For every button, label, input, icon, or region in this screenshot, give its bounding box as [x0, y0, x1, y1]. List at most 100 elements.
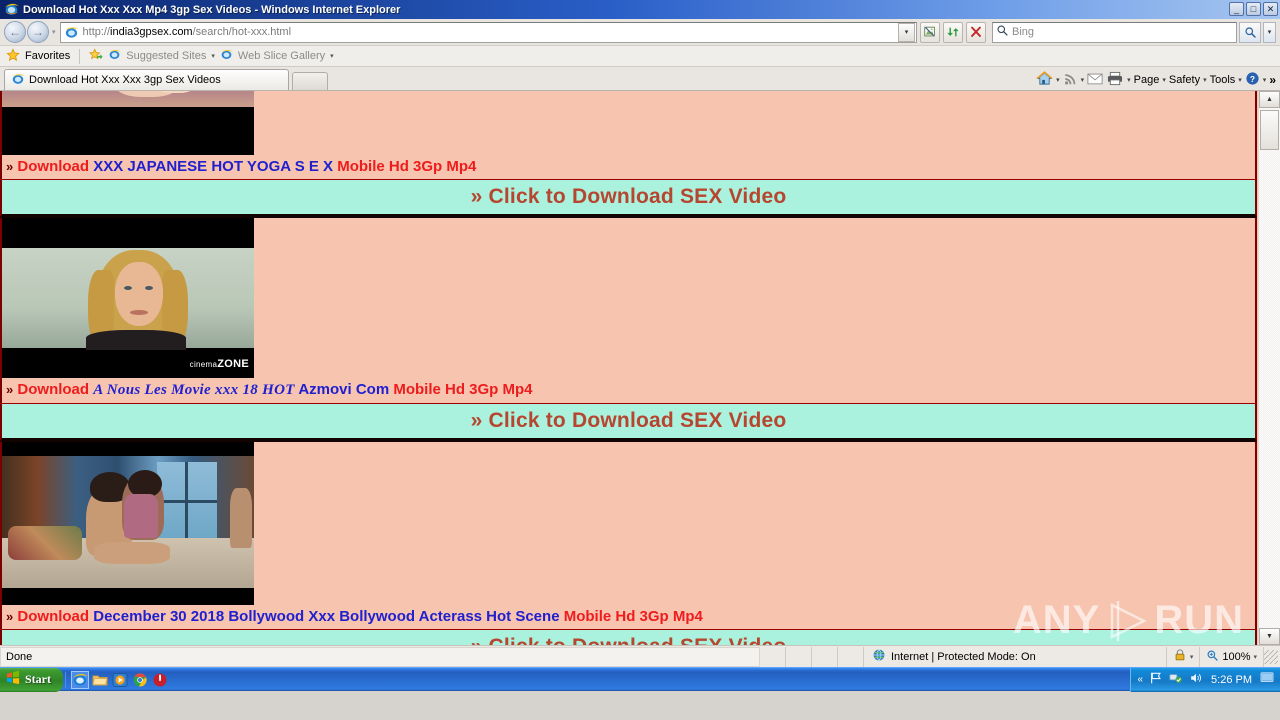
- back-button[interactable]: ←: [4, 21, 26, 43]
- zone-label: Internet | Protected Mode: On: [891, 650, 1036, 663]
- download-cta-button[interactable]: » Click to Download SEX Video: [0, 630, 1257, 645]
- resize-grip[interactable]: [1264, 649, 1278, 664]
- tools-caret-icon[interactable]: ▾: [1238, 76, 1242, 84]
- start-label: Start: [25, 672, 51, 686]
- download-cta-button[interactable]: » Click to Download SEX Video: [0, 180, 1257, 218]
- show-desktop-icon[interactable]: [1260, 672, 1274, 687]
- show-hidden-icons-button[interactable]: «: [1137, 674, 1143, 685]
- network-icon[interactable]: [1169, 671, 1183, 688]
- compatibility-view-icon[interactable]: [920, 21, 940, 43]
- start-button[interactable]: Start: [0, 667, 63, 692]
- video-suffix: Mobile Hd 3Gp Mp4: [337, 158, 477, 175]
- favorites-star-icon[interactable]: [6, 47, 20, 65]
- command-bar-overflow[interactable]: »: [1269, 73, 1276, 87]
- taskbar: Start « 5:26 PM: [0, 667, 1280, 692]
- video-thumbnail[interactable]: [2, 442, 254, 605]
- recent-pages-caret[interactable]: ▾: [52, 28, 56, 36]
- browser-viewport-area: » Download XXX JAPANESE HOT YOGA S E X M…: [0, 91, 1280, 645]
- minimize-button[interactable]: _: [1229, 2, 1244, 16]
- tab-active[interactable]: Download Hot Xxx Xxx 3gp Sex Videos: [4, 69, 289, 90]
- tools-menu[interactable]: Tools: [1210, 74, 1236, 86]
- download-cta-button[interactable]: » Click to Download SEX Video: [0, 404, 1257, 442]
- video-result-item: » Download December 30 2018 Bollywood Xx…: [0, 442, 1257, 645]
- search-dropdown-button[interactable]: ▾: [1263, 21, 1276, 43]
- page-document: » Download XXX JAPANESE HOT YOGA S E X M…: [0, 91, 1257, 645]
- suggested-sites-caret-icon[interactable]: ▾: [211, 52, 215, 60]
- url-scheme: http://: [82, 26, 111, 38]
- add-favorites-icon[interactable]: [89, 47, 103, 65]
- page-caret-icon[interactable]: ▾: [1162, 76, 1166, 84]
- thumbnail-watermark: cinemaZONE: [189, 358, 249, 370]
- page-menu[interactable]: Page: [1134, 74, 1160, 86]
- zoom-caret-icon[interactable]: ▾: [1253, 653, 1257, 661]
- refresh-icon[interactable]: [943, 21, 963, 43]
- bullet-icon: »: [6, 609, 14, 624]
- stop-icon[interactable]: [966, 21, 986, 43]
- bullet-icon: »: [6, 159, 14, 174]
- download-label: Download: [17, 158, 90, 175]
- print-icon[interactable]: [1106, 71, 1124, 89]
- help-icon[interactable]: ?: [1245, 71, 1260, 89]
- system-clock[interactable]: 5:26 PM: [1209, 674, 1254, 686]
- status-text: Done: [0, 646, 760, 667]
- mail-icon[interactable]: [1087, 72, 1103, 88]
- safety-caret-icon[interactable]: ▾: [1203, 76, 1207, 84]
- help-caret-icon[interactable]: ▾: [1263, 76, 1267, 84]
- close-button[interactable]: ✕: [1263, 2, 1278, 16]
- print-caret-icon[interactable]: ▾: [1127, 76, 1131, 84]
- video-title: Azmovi Com: [298, 381, 390, 398]
- status-segment: [812, 646, 838, 667]
- video-suffix: Mobile Hd 3Gp Mp4: [393, 381, 533, 398]
- video-title-line[interactable]: » Download A Nous Les Movie xxx 18 HOT A…: [0, 378, 1257, 404]
- video-result-item: cinemaZONE » Download A Nous Les Movie x…: [0, 218, 1257, 442]
- internet-explorer-icon[interactable]: [71, 670, 89, 689]
- vertical-scrollbar[interactable]: ▲ ▼: [1258, 91, 1280, 645]
- volume-icon[interactable]: [1189, 671, 1203, 688]
- home-icon[interactable]: [1036, 71, 1053, 89]
- search-go-button[interactable]: [1239, 21, 1261, 43]
- shutdown-icon[interactable]: [152, 672, 168, 688]
- scroll-up-button[interactable]: ▲: [1259, 91, 1280, 108]
- video-thumb-row: [0, 91, 1257, 155]
- windows-explorer-icon[interactable]: [92, 672, 108, 688]
- status-bar: Done Internet | Protected Mode: On ▾ 100…: [0, 645, 1280, 667]
- flag-icon[interactable]: [1149, 671, 1163, 688]
- video-thumb-row: cinemaZONE: [0, 218, 1257, 378]
- new-tab-button[interactable]: [292, 72, 328, 90]
- media-player-icon[interactable]: [112, 672, 128, 688]
- suggested-sites-label[interactable]: Suggested Sites: [126, 50, 206, 62]
- protected-mode-indicator[interactable]: ▾: [1167, 646, 1201, 667]
- video-thumbnail[interactable]: cinemaZONE: [2, 218, 254, 378]
- video-title-line[interactable]: » Download December 30 2018 Bollywood Xx…: [0, 605, 1257, 630]
- chrome-icon[interactable]: [132, 672, 148, 688]
- cta-label: » Click to Download SEX Video: [470, 409, 787, 432]
- thumb-spacer: [254, 442, 1255, 605]
- window-controls: _ □ ✕: [1229, 2, 1278, 16]
- suggested-sites-icon: [108, 48, 121, 64]
- forward-button[interactable]: →: [27, 21, 49, 43]
- home-caret-icon[interactable]: ▾: [1056, 76, 1060, 84]
- address-bar[interactable]: http://india3gpsex.com/search/hot-xxx.ht…: [59, 21, 917, 43]
- video-title-line[interactable]: » Download XXX JAPANESE HOT YOGA S E X M…: [0, 155, 1257, 180]
- address-dropdown-button[interactable]: ▾: [898, 22, 915, 42]
- security-zone[interactable]: Internet | Protected Mode: On: [864, 646, 1167, 667]
- thumb-spacer: [254, 91, 1255, 155]
- status-segment: [760, 646, 786, 667]
- zoom-control[interactable]: 100% ▾: [1200, 646, 1264, 667]
- tab-favicon: [11, 72, 25, 89]
- protected-mode-caret-icon[interactable]: ▾: [1190, 653, 1194, 661]
- feeds-caret-icon[interactable]: ▾: [1081, 76, 1085, 84]
- favorites-label[interactable]: Favorites: [25, 50, 70, 62]
- search-box[interactable]: Bing: [992, 21, 1237, 43]
- maximize-button[interactable]: □: [1246, 2, 1261, 16]
- scrollbar-thumb[interactable]: [1260, 110, 1279, 150]
- favorites-bar: Favorites Suggested Sites ▾ Web Slice Ga…: [0, 46, 1280, 67]
- scroll-down-button[interactable]: ▼: [1259, 628, 1280, 645]
- web-slice-caret-icon[interactable]: ▾: [330, 52, 334, 60]
- web-slice-gallery-label[interactable]: Web Slice Gallery: [238, 50, 325, 62]
- command-bar: ▾ ▾ ▾ Page ▾ Safety ▾ Tools ▾ ? ▾ »: [1036, 71, 1276, 89]
- video-thumbnail[interactable]: [2, 91, 254, 155]
- safety-menu[interactable]: Safety: [1169, 74, 1200, 86]
- internet-explorer-icon: [4, 2, 19, 17]
- video-title-fancy: A Nous Les Movie xxx 18 HOT: [93, 382, 295, 398]
